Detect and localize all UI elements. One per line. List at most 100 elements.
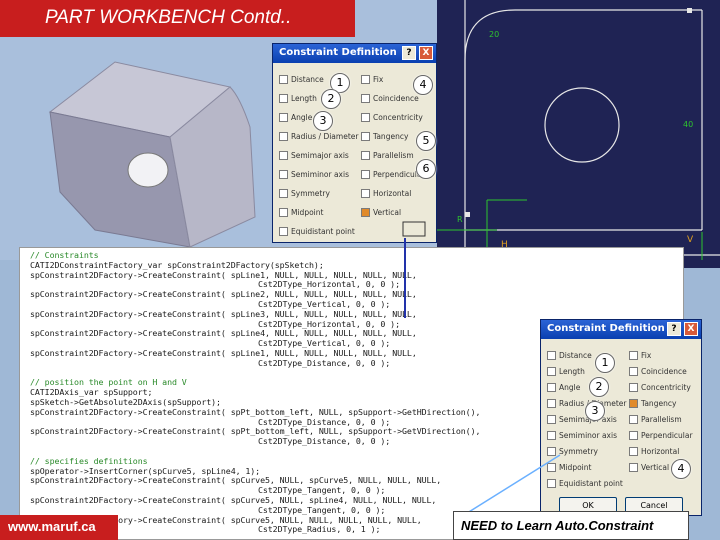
close-button[interactable]: X	[419, 46, 433, 60]
constraint-option[interactable]: Semiminor axis	[547, 431, 617, 440]
code-line: spOperator->InsertCorner(spCurve5, spLin…	[30, 465, 261, 476]
checkbox[interactable]	[279, 189, 288, 198]
checkbox-label: Midpoint	[559, 463, 592, 472]
constraint-option[interactable]: Length	[279, 94, 317, 103]
checkbox[interactable]	[361, 189, 370, 198]
profile-arc	[464, 9, 702, 150]
checkbox[interactable]	[547, 399, 556, 408]
help-button[interactable]: ?	[667, 322, 681, 336]
checkbox[interactable]	[547, 431, 556, 440]
constraint-option[interactable]: Angle	[279, 113, 312, 122]
checkbox[interactable]	[629, 431, 638, 440]
constraint-option[interactable]: Semimajor axis	[547, 415, 617, 424]
checkbox[interactable]	[279, 208, 288, 217]
checkbox[interactable]	[361, 94, 370, 103]
constraint-option[interactable]: Semiminor axis	[279, 170, 349, 179]
checkbox[interactable]	[361, 132, 370, 141]
constraint-option[interactable]: Vertical	[361, 208, 401, 217]
checkbox[interactable]	[547, 463, 556, 472]
code-line: spConstraint2DFactory->CreateConstraint(…	[30, 308, 417, 319]
dim-label-20: 20	[489, 30, 500, 39]
checkbox[interactable]	[547, 351, 556, 360]
constraint-option[interactable]: Coincidence	[361, 94, 419, 103]
constraint-option[interactable]: Tangency	[629, 399, 676, 408]
checkbox[interactable]	[629, 367, 638, 376]
checkbox[interactable]	[279, 227, 288, 236]
help-button[interactable]: ?	[402, 46, 416, 60]
code-line: // Constraints	[30, 250, 99, 260]
constraint-option[interactable]: Distance	[279, 75, 324, 84]
checkbox-label: Fix	[373, 75, 384, 84]
checkbox[interactable]	[361, 170, 370, 179]
constraint-option[interactable]: Radius / Diameter	[279, 132, 358, 141]
code-line: Cst2DType_Vertical, 0, 0 );	[258, 299, 391, 309]
checkbox-label: Semiminor axis	[559, 431, 617, 440]
constraint-option[interactable]: Length	[547, 367, 585, 376]
constraint-option[interactable]: Equidistant point	[547, 479, 623, 488]
checkbox[interactable]	[279, 75, 288, 84]
checkbox-label: Concentricity	[641, 383, 691, 392]
checkbox-label: Parallelism	[373, 151, 414, 160]
callout-marker: 4	[413, 75, 433, 95]
checkbox[interactable]	[629, 399, 638, 408]
constraint-option[interactable]: Horizontal	[629, 447, 679, 456]
sketch-view[interactable]: 20 40 R H V	[437, 0, 720, 268]
constraint-option[interactable]: Symmetry	[547, 447, 598, 456]
checkbox[interactable]	[547, 367, 556, 376]
checkbox[interactable]	[629, 383, 638, 392]
checkbox[interactable]	[629, 447, 638, 456]
checkbox[interactable]	[279, 94, 288, 103]
checkbox[interactable]	[547, 447, 556, 456]
callout-marker: 3	[313, 111, 333, 131]
constraint-option[interactable]: Horizontal	[361, 189, 411, 198]
checkbox[interactable]	[361, 151, 370, 160]
code-line: CATI2DAxis_var spSupport;	[30, 387, 153, 398]
constraint-option[interactable]: Vertical	[629, 463, 669, 472]
checkbox-label: Semiminor axis	[291, 170, 349, 179]
constraint-option[interactable]: Distance	[547, 351, 592, 360]
close-button[interactable]: X	[684, 322, 698, 336]
code-line: // specifies definitions	[30, 455, 148, 466]
checkbox-label: Coincidence	[373, 94, 419, 103]
constraint-option[interactable]: Midpoint	[547, 463, 591, 472]
constraint-option[interactable]: Fix	[629, 351, 651, 360]
code-line: Cst2DType_Distance, 0, 0 );	[258, 416, 391, 427]
checkbox[interactable]	[361, 208, 370, 217]
constraint-option[interactable]: Fix	[361, 75, 383, 84]
checkbox[interactable]	[629, 463, 638, 472]
checkbox[interactable]	[361, 113, 370, 122]
checkbox[interactable]	[279, 170, 288, 179]
checkbox[interactable]	[629, 415, 638, 424]
checkbox[interactable]	[279, 113, 288, 122]
checkbox[interactable]	[279, 132, 288, 141]
code-line: Cst2DType_Tangent, 0, 0 );	[258, 504, 386, 515]
constraint-option[interactable]: Equidistant point	[279, 227, 355, 236]
constraint-option[interactable]: Angle	[547, 383, 580, 392]
checkbox-label: Coincidence	[641, 367, 687, 376]
constraint-option[interactable]: Concentricity	[361, 113, 423, 122]
checkbox[interactable]	[547, 479, 556, 488]
constraint-option[interactable]: Concentricity	[629, 383, 691, 392]
checkbox[interactable]	[629, 351, 638, 360]
constraint-option[interactable]: Tangency	[361, 132, 408, 141]
constraint-option[interactable]: Perpendicular	[629, 431, 693, 440]
dialog-title: Constraint Definition	[279, 47, 397, 58]
callout-marker: 2	[589, 377, 609, 397]
checkbox[interactable]	[547, 383, 556, 392]
code-line: Cst2DType_Horizontal, 0, 0 );	[258, 318, 400, 329]
constraint-dialog-top: Constraint Definition ? X Distance Length…	[272, 43, 437, 243]
constraint-option[interactable]: Parallelism	[361, 151, 414, 160]
checkbox[interactable]	[547, 415, 556, 424]
checkbox[interactable]	[279, 151, 288, 160]
constraint-option[interactable]: Perpendicular	[361, 170, 425, 179]
checkbox-label: Symmetry	[291, 189, 330, 198]
footer-website[interactable]: www.maruf.ca	[0, 515, 118, 540]
checkbox[interactable]	[361, 75, 370, 84]
hole	[127, 152, 169, 188]
constraint-option[interactable]: Midpoint	[279, 208, 323, 217]
constraint-option[interactable]: Semimajor axis	[279, 151, 349, 160]
constraint-option[interactable]: Coincidence	[629, 367, 687, 376]
constraint-option[interactable]: Parallelism	[629, 415, 682, 424]
code-line: Cst2DType_Tangent, 0, 0 );	[258, 485, 386, 496]
constraint-option[interactable]: Symmetry	[279, 189, 330, 198]
